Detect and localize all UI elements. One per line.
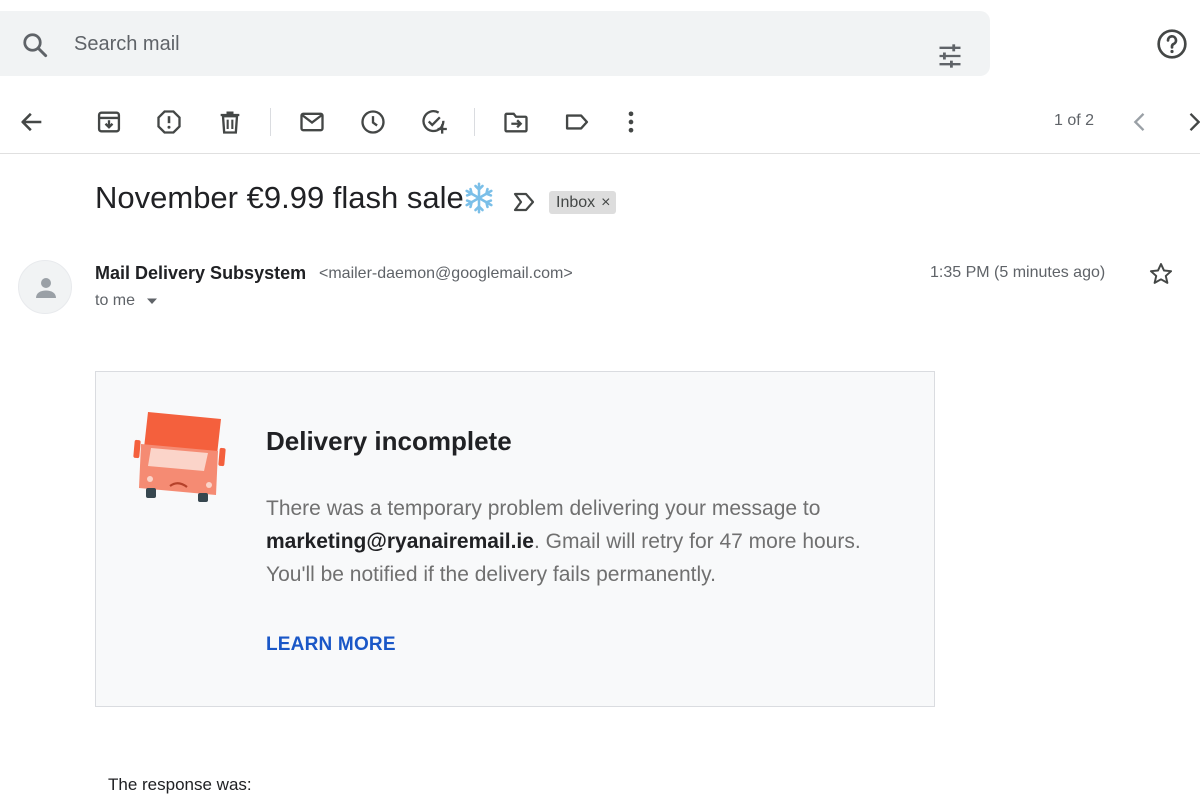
- label-chip-text: Inbox: [556, 194, 596, 211]
- chevron-left-icon[interactable]: [1126, 108, 1154, 136]
- clock-icon[interactable]: [359, 108, 387, 136]
- search-input[interactable]: [74, 31, 774, 57]
- trash-icon[interactable]: [216, 108, 244, 136]
- toolbar-divider-line: [0, 153, 1200, 154]
- move-to-icon[interactable]: [502, 108, 530, 136]
- archive-icon[interactable]: [95, 108, 123, 136]
- response-label: The response was:: [108, 775, 252, 794]
- card-message: There was a temporary problem delivering…: [266, 492, 906, 591]
- label-icon[interactable]: [563, 108, 591, 136]
- search-options-icon[interactable]: [936, 42, 964, 70]
- pager-count: 1 of 2: [1054, 112, 1095, 129]
- chevron-right-icon[interactable]: [1180, 108, 1200, 136]
- email-timestamp: 1:35 PM (5 minutes ago): [930, 264, 1106, 281]
- more-vert-icon[interactable]: [617, 108, 645, 136]
- toolbar-divider: [270, 108, 271, 136]
- sender-email: <mailer-daemon@googlemail.com>: [319, 265, 573, 282]
- recipient-label[interactable]: to me: [95, 292, 135, 310]
- delivery-truck-icon: [133, 412, 226, 502]
- search-icon[interactable]: [20, 30, 50, 60]
- add-task-icon[interactable]: [420, 108, 448, 136]
- learn-more-link[interactable]: LEARN MORE: [266, 634, 396, 656]
- card-message-text: There was a temporary problem delivering…: [266, 497, 821, 520]
- card-title: Delivery incomplete: [266, 426, 512, 456]
- arrow-back-icon[interactable]: [18, 108, 46, 136]
- help-icon[interactable]: [1156, 28, 1188, 60]
- person-icon: [36, 278, 56, 298]
- important-marker-icon[interactable]: [512, 191, 536, 213]
- snowflake-icon: [465, 182, 493, 214]
- star-icon[interactable]: [1148, 261, 1174, 287]
- avatar[interactable]: [18, 260, 72, 314]
- close-icon[interactable]: ×: [601, 191, 610, 214]
- email-subject: November €9.99 flash sale: [95, 180, 464, 215]
- delivery-status-card: Delivery incomplete There was a temporar…: [95, 371, 935, 707]
- search-bar: [0, 11, 990, 76]
- report-spam-icon[interactable]: [155, 108, 183, 136]
- toolbar-divider: [474, 108, 475, 136]
- label-chip-inbox[interactable]: Inbox ×: [549, 191, 617, 214]
- message-toolbar: 1 of 2: [0, 100, 1200, 144]
- envelope-icon[interactable]: [298, 108, 326, 136]
- sender-name[interactable]: Mail Delivery Subsystem: [95, 263, 306, 284]
- recipient-address: marketing@ryanairemail.ie: [266, 530, 534, 553]
- chevron-down-icon[interactable]: [146, 297, 158, 305]
